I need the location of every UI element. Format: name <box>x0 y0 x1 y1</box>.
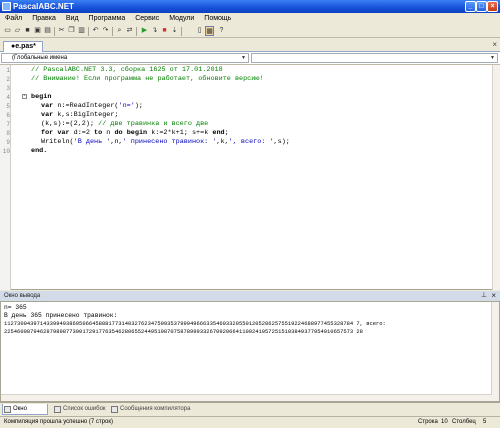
copy-icon[interactable]: ❐ <box>67 26 76 36</box>
chevron-down-icon: ▼ <box>241 55 246 61</box>
help-icon[interactable]: ? <box>217 26 226 36</box>
bottom-tab-bar: Окно вывода Список ошибок Сообщения комп… <box>0 402 500 423</box>
menu-help[interactable]: Помощь <box>199 13 236 25</box>
toggle-panel-icon[interactable]: ▯ <box>195 26 204 36</box>
line-number: 8 <box>6 130 10 137</box>
minimize-button[interactable]: _ <box>465 1 476 12</box>
window-title: PascalABC.NET <box>13 2 74 11</box>
status-bar: Компиляция прошла успешно (7 строк) Стро… <box>0 416 500 428</box>
output-line: В день 365 принесено травинок: <box>4 312 118 319</box>
code-line-1: // PascalABC.NET 3.3, сборка 1625 от 17.… <box>31 66 223 74</box>
find-icon[interactable]: ⌕ <box>115 26 124 36</box>
code-editor[interactable]: 1 2 3 4 5 6 7 8 9 10 - // PascalABC.NET … <box>0 65 500 290</box>
code-line-6: var k,s:BigInteger; <box>41 111 119 119</box>
close-icon[interactable]: × <box>491 291 496 301</box>
status-message: Компиляция прошла успешно (7 строк) <box>4 419 113 425</box>
tab-file[interactable]: ●e.pas* <box>3 41 43 52</box>
new-file-icon[interactable]: ▭ <box>3 26 12 36</box>
close-tab-icon[interactable]: × <box>492 40 497 49</box>
output-title: Окно вывода <box>4 293 41 299</box>
scope-combo-left[interactable]: (Глобальные имена ▼ <box>1 53 249 63</box>
menu-bar: Файл Правка Вид Программа Сервис Модули Помощь <box>0 13 500 25</box>
code-line-4: begin <box>31 93 52 101</box>
replace-icon[interactable]: ⇄ <box>125 26 134 36</box>
close-button[interactable]: × <box>487 1 498 12</box>
tab-compiler-messages[interactable]: Сообщения компилятора <box>110 404 200 415</box>
maximize-button[interactable]: □ <box>476 1 487 12</box>
output-line: n= 365 <box>4 304 27 311</box>
cut-icon[interactable]: ✂ <box>57 26 66 36</box>
output-window-icon[interactable]: ▦ <box>205 26 214 36</box>
tab-bar: ●e.pas* × <box>0 40 500 52</box>
code-line-7: (k,s):=(2,2); // две травинка и всего дв… <box>41 120 209 128</box>
chevron-down-icon: ▼ <box>490 55 495 61</box>
menu-modules[interactable]: Модули <box>164 13 199 25</box>
save-icon[interactable]: ■ <box>23 26 32 36</box>
fold-toggle-icon[interactable]: - <box>22 94 27 99</box>
line-number: 5 <box>6 103 10 110</box>
save-all-icon[interactable]: ▣ <box>33 26 42 36</box>
tab-output[interactable]: Окно вывода <box>2 404 48 423</box>
line-number: 1 <box>6 67 10 74</box>
line-number: 6 <box>6 112 10 119</box>
menu-file[interactable]: Файл <box>0 13 27 25</box>
redo-icon[interactable]: ↷ <box>101 26 110 36</box>
menu-service[interactable]: Сервис <box>130 13 164 25</box>
line-number: 4 <box>6 94 10 101</box>
line-number: 7 <box>6 121 10 128</box>
title-bar: PascalABC.NET _ □ × <box>0 0 500 13</box>
stop-icon[interactable]: ■ <box>160 26 169 36</box>
col-label: Столбец <box>452 419 476 425</box>
code-line-10: end. <box>31 147 48 155</box>
output-window-icon <box>4 406 11 413</box>
col-value: 5 <box>483 419 487 425</box>
output-line: 1127300439714339949386950664588817731403… <box>4 320 386 327</box>
tab-error-list[interactable]: Список ошибок <box>53 404 108 415</box>
line-number: 2 <box>6 76 10 83</box>
open-icon[interactable]: ▱ <box>13 26 22 36</box>
code-line-8: for var d:=2 to n do begin k:=2*k+1; s+=… <box>41 129 229 137</box>
compiler-messages-icon <box>111 406 118 413</box>
code-line-9: Writeln('В день ',n,' принесено травинок… <box>41 138 290 146</box>
debug-icon[interactable]: ⇣ <box>170 26 179 36</box>
scope-bar: (Глобальные имена ▼ ▼ <box>0 52 500 65</box>
row-label: Строка <box>418 419 438 425</box>
tab-label: ●e.pas* <box>11 43 36 50</box>
line-number: 9 <box>6 139 10 146</box>
menu-view[interactable]: Вид <box>61 13 84 25</box>
code-line-2: // Внимание! Если программа не работает,… <box>31 75 264 83</box>
editor-scrollbar[interactable] <box>492 65 500 290</box>
output-horizontal-scrollbar[interactable] <box>1 394 492 401</box>
code-line-5: var n:=ReadInteger('n='); <box>41 102 144 110</box>
row-value: 10 <box>441 419 448 425</box>
scope-combo-right[interactable]: ▼ <box>251 53 498 63</box>
print-icon[interactable]: ▤ <box>43 26 52 36</box>
undo-icon[interactable]: ↶ <box>91 26 100 36</box>
paste-icon[interactable]: ▥ <box>77 26 86 36</box>
error-list-icon <box>54 406 61 413</box>
pin-icon[interactable]: ⊥ <box>481 291 487 301</box>
scope-left-value: (Глобальные имена <box>12 55 68 61</box>
menu-edit[interactable]: Правка <box>27 13 61 25</box>
output-window[interactable]: n= 365 В день 365 принесено травинок: 11… <box>0 301 500 402</box>
output-line: 2254600879462879898773901729177635462806… <box>4 328 363 335</box>
toolbar: ▭ ▱ ■ ▣ ▤ ✂ ❐ ▥ ↶ ↷ ⌕ ⇄ ▶ ↴ ■ ⇣ ▯ ▦ ? <box>0 25 500 38</box>
app-icon <box>2 2 11 11</box>
line-gutter: 1 2 3 4 5 6 7 8 9 10 <box>0 65 11 290</box>
line-number: 10 <box>2 148 10 155</box>
menu-program[interactable]: Программа <box>84 13 131 25</box>
output-panel-header: Окно вывода ⊥ × <box>0 291 500 301</box>
step-icon[interactable]: ↴ <box>150 26 159 36</box>
line-number: 3 <box>6 85 10 92</box>
run-icon[interactable]: ▶ <box>140 26 149 36</box>
output-vertical-scrollbar[interactable] <box>491 302 499 401</box>
